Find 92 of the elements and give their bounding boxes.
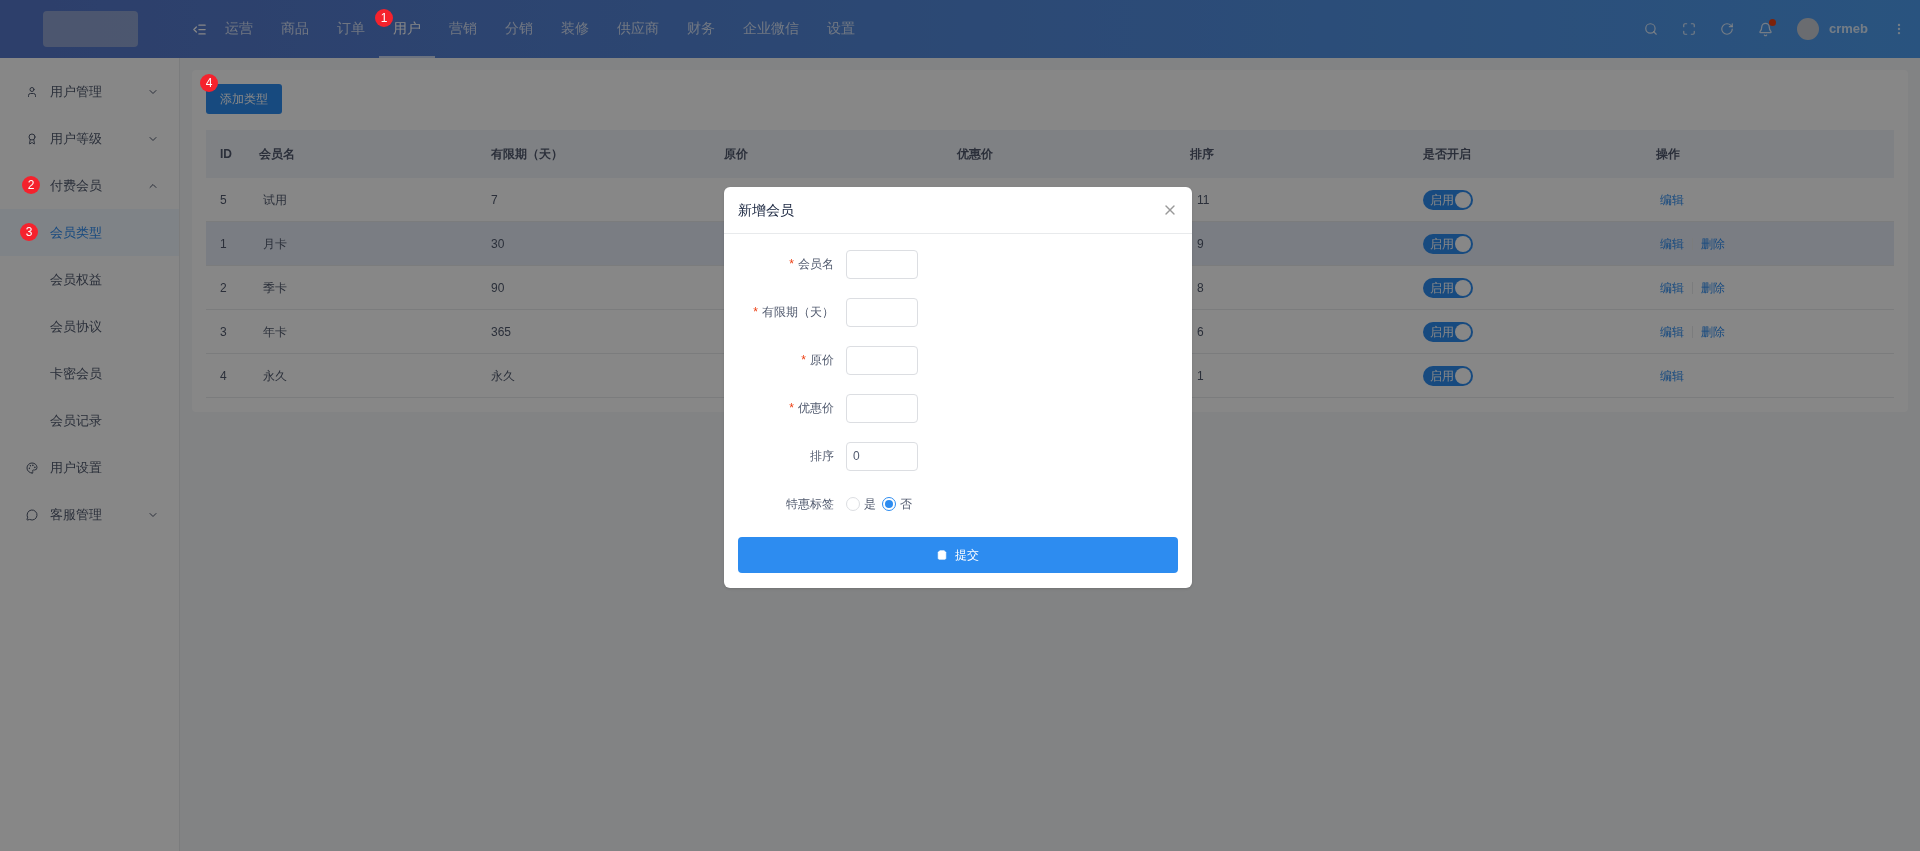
table-cell: 365: [491, 324, 512, 339]
menu-icon: [26, 508, 38, 521]
nav-tab[interactable]: 设置: [813, 0, 869, 58]
input-field[interactable]: [846, 393, 918, 423]
username[interactable]: crmeb: [1828, 19, 1868, 39]
status-toggle[interactable]: 启用: [1423, 365, 1473, 386]
input-field[interactable]: 0: [846, 441, 918, 471]
menu-icon: [26, 85, 38, 98]
action-link[interactable]: 编辑: [1660, 234, 1684, 253]
nav-tab[interactable]: 企业微信: [729, 0, 813, 58]
action-link[interactable]: 编辑: [1660, 278, 1684, 297]
bag-icon: [937, 550, 947, 560]
nav-tab[interactable]: 财务: [673, 0, 729, 58]
nav-tab[interactable]: 分销: [491, 0, 547, 58]
table-cell: 3: [220, 324, 227, 339]
table-cell: 1: [220, 236, 227, 251]
table-cell: 6: [1197, 324, 1204, 339]
table-cell: 5: [220, 192, 227, 207]
column-header: 优惠价: [957, 147, 993, 161]
column-header: 排序: [1190, 147, 1214, 161]
required-mark: *: [789, 257, 794, 271]
submit-button[interactable]: 提交: [738, 537, 1178, 573]
action-link[interactable]: 删除: [1701, 278, 1725, 297]
column-header: 是否开启: [1423, 147, 1471, 161]
avatar[interactable]: [1796, 18, 1819, 40]
nav-tab[interactable]: 供应商: [603, 0, 673, 58]
table-cell: 7: [491, 192, 498, 207]
submenu-item[interactable]: 会员记录: [0, 397, 179, 444]
action-link[interactable]: 编辑: [1660, 322, 1684, 341]
nav-tab[interactable]: 商品: [267, 0, 323, 58]
status-toggle[interactable]: 启用: [1423, 233, 1473, 254]
action-link[interactable]: 删除: [1701, 322, 1725, 341]
action-link[interactable]: 编辑: [1660, 190, 1684, 209]
input-field[interactable]: [846, 297, 918, 327]
sidebar-item[interactable]: 付费会员: [50, 162, 179, 209]
sidebar-item[interactable]: 用户等级: [50, 115, 179, 162]
radio-option[interactable]: 否: [882, 495, 912, 513]
table-cell: 永久: [263, 368, 287, 383]
fullscreen-icon[interactable]: [1681, 22, 1696, 36]
table-cell: 9: [1197, 236, 1204, 251]
dialog-title: 新增会员: [738, 200, 795, 220]
status-toggle[interactable]: 启用: [1423, 277, 1473, 298]
table-cell: 8: [1197, 280, 1204, 295]
column-header: 操作: [1656, 147, 1680, 161]
input-field[interactable]: [846, 345, 918, 375]
step-marker: 4: [200, 74, 218, 92]
table-cell: 1: [1197, 368, 1204, 383]
table-cell: 年卡: [263, 324, 287, 339]
table-cell: 11: [1197, 192, 1210, 207]
submenu-item[interactable]: 会员协议: [0, 303, 179, 350]
status-toggle[interactable]: 启用: [1423, 321, 1473, 342]
menu-icon: [26, 461, 38, 474]
field-label: 有限期（天）: [762, 305, 834, 319]
column-header: 会员名: [259, 147, 295, 161]
radio-option[interactable]: 是: [846, 495, 876, 513]
step-marker: 2: [22, 176, 40, 194]
field-label: 优惠价: [798, 401, 834, 415]
required-mark: *: [789, 401, 794, 415]
notification-icon[interactable]: [1757, 21, 1773, 37]
action-link[interactable]: 编辑: [1660, 366, 1684, 385]
menu-fold-icon[interactable]: [192, 21, 207, 37]
field-label: 原价: [810, 353, 834, 367]
search-icon[interactable]: [1643, 22, 1658, 36]
table-cell: 季卡: [263, 280, 287, 295]
required-mark: *: [753, 305, 758, 319]
required-mark: *: [801, 353, 806, 367]
status-toggle[interactable]: 启用: [1423, 189, 1473, 210]
table-cell: 30: [491, 236, 505, 251]
submenu-item[interactable]: 卡密会员: [0, 350, 179, 397]
sidebar-item[interactable]: 客服管理: [50, 491, 179, 538]
nav-tab[interactable]: 装修: [547, 0, 603, 58]
field-label: 特惠标签: [786, 497, 834, 511]
field-label: 排序: [810, 449, 834, 463]
table-cell: 月卡: [263, 236, 287, 251]
input-field[interactable]: [846, 249, 918, 279]
column-header: ID: [220, 147, 232, 161]
refresh-icon[interactable]: [1719, 22, 1734, 36]
column-header: 有限期（天）: [491, 147, 563, 161]
table-cell: 90: [491, 280, 505, 295]
action-link[interactable]: 删除: [1701, 234, 1725, 253]
sidebar-item[interactable]: 用户设置: [50, 444, 179, 491]
field-label: 会员名: [798, 257, 834, 271]
sidebar-item[interactable]: 用户管理: [50, 68, 179, 115]
submenu-item[interactable]: 会员权益: [0, 256, 179, 303]
nav-tab[interactable]: 营销: [435, 0, 491, 58]
column-header: 原价: [724, 147, 748, 161]
table-cell: 试用: [263, 192, 287, 207]
table-cell: 永久: [491, 368, 515, 383]
menu-icon: [26, 132, 38, 145]
table-cell: 2: [220, 280, 227, 295]
step-marker: 1: [375, 9, 393, 27]
table-cell: 4: [220, 368, 227, 383]
